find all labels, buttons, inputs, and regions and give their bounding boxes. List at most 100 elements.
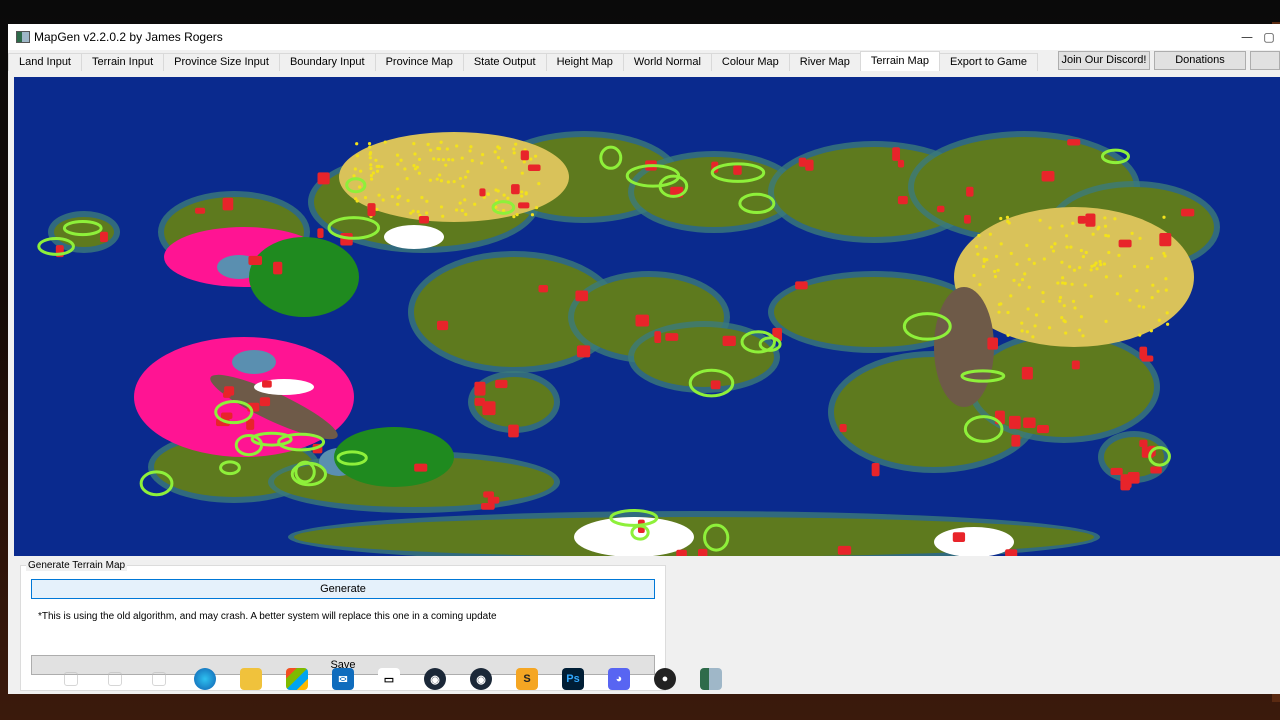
photoshop-icon[interactable]: Ps — [562, 668, 584, 690]
sand-dot — [1157, 318, 1161, 322]
sand-dot — [1033, 324, 1037, 328]
hill-patch — [698, 548, 708, 556]
minimize-button[interactable]: — — [1236, 24, 1258, 50]
steam-icon[interactable]: ◉ — [424, 668, 446, 690]
sand-dot — [1089, 268, 1093, 272]
sand-dot — [997, 310, 1001, 314]
sand-dot — [1162, 215, 1166, 219]
join-discord-button[interactable]: Join Our Discord! — [1058, 51, 1150, 70]
sand-dot — [1050, 245, 1054, 249]
sand-dot — [1089, 294, 1093, 298]
hill-patch — [837, 545, 852, 555]
generate-button[interactable]: Generate — [31, 579, 655, 599]
sand-dot — [358, 185, 362, 189]
tab-province-size-input[interactable]: Province Size Input — [163, 53, 280, 71]
sand-dot — [1071, 299, 1076, 303]
tab-state-output[interactable]: State Output — [462, 53, 547, 71]
hill-patch — [273, 261, 283, 275]
sand-dot — [395, 153, 400, 157]
sand-dot — [533, 154, 538, 158]
sand-dot — [1156, 289, 1160, 293]
tab-boundary-input[interactable]: Boundary Input — [278, 53, 376, 71]
tab-colour-map[interactable]: Colour Map — [710, 53, 790, 71]
tab-river-map[interactable]: River Map — [788, 53, 861, 71]
extra-button[interactable] — [1250, 51, 1280, 70]
forest-1 — [249, 237, 359, 317]
hill-patch — [1085, 213, 1096, 227]
sand-dot — [1064, 234, 1069, 238]
tab-land-input[interactable]: Land Input — [8, 53, 82, 71]
sand-dot — [1020, 278, 1025, 282]
hill-patch — [479, 188, 486, 197]
mapgen-icon[interactable] — [700, 668, 722, 690]
hill-patch — [367, 203, 376, 217]
window-title: MapGen v2.2.0.2 by James Rogers — [34, 30, 223, 44]
hill-patch — [733, 165, 742, 175]
hill-patch — [1110, 467, 1123, 476]
sand-dot — [1060, 316, 1064, 320]
sand-dot — [1098, 259, 1102, 264]
sand-dot — [1117, 253, 1121, 257]
hill-patch — [937, 205, 945, 213]
steam-alt-icon[interactable]: ◉ — [470, 668, 492, 690]
hill-patch — [966, 186, 974, 197]
obs-icon[interactable]: ● — [654, 668, 676, 690]
donations-button[interactable]: Donations — [1154, 51, 1246, 70]
sand-dot — [1091, 232, 1095, 236]
terrain-map-view[interactable] — [14, 77, 1280, 556]
hill-patch — [576, 345, 591, 358]
hill-patch — [100, 231, 108, 243]
sand-dot — [375, 207, 379, 212]
sublime-icon[interactable]: S — [516, 668, 538, 690]
sand-dot — [473, 202, 477, 206]
tab-terrain-input[interactable]: Terrain Input — [81, 53, 165, 71]
tab-terrain-map[interactable]: Terrain Map — [859, 51, 940, 71]
sand-dot — [515, 213, 519, 217]
sand-dot — [1150, 256, 1154, 260]
tab-province-map[interactable]: Province Map — [374, 53, 464, 71]
sand-dot — [993, 274, 998, 279]
hill-patch — [259, 397, 271, 407]
sand-dot — [353, 167, 357, 171]
search-ghost-icon[interactable] — [64, 672, 78, 686]
taskbar: ✉ ▭ ◉ ◉ S Ps ◕ ● — [8, 664, 1272, 694]
sand-dot — [993, 269, 997, 274]
sand-dot — [1047, 326, 1052, 330]
tab-export-to-game[interactable]: Export to Game — [938, 53, 1038, 71]
tab-height-map[interactable]: Height Map — [545, 53, 624, 71]
snow-4 — [934, 527, 1014, 556]
hill-patch — [222, 197, 234, 211]
hill-patch — [418, 216, 430, 224]
sand-dot — [367, 141, 372, 146]
sand-dot — [396, 202, 400, 206]
sand-dot — [1051, 249, 1056, 253]
media-icon[interactable]: ▭ — [378, 668, 400, 690]
sand-dot — [355, 154, 360, 158]
hill-patch — [414, 463, 428, 472]
sand-dot — [369, 173, 373, 178]
widgets-ghost-icon[interactable] — [152, 672, 166, 686]
sand-dot — [425, 199, 429, 203]
sand-dot — [1031, 335, 1035, 339]
sand-dot — [1071, 221, 1075, 225]
sand-dot — [514, 142, 518, 146]
store-icon[interactable] — [286, 668, 308, 690]
sand-dot — [439, 140, 443, 144]
hill-patch — [317, 172, 330, 185]
file-explorer-icon[interactable] — [240, 668, 262, 690]
taskview-ghost-icon[interactable] — [108, 672, 122, 686]
hill-patch — [481, 502, 495, 510]
sand-dot — [396, 162, 400, 166]
discord-icon[interactable]: ◕ — [608, 668, 630, 690]
hill-patch — [317, 228, 324, 239]
tab-world-normal[interactable]: World Normal — [622, 53, 712, 71]
sand-dot — [512, 147, 516, 151]
hill-patch — [1011, 434, 1021, 447]
mail-icon[interactable]: ✉ — [332, 668, 354, 690]
sand-dot — [1056, 281, 1060, 285]
sand-dot — [460, 208, 464, 213]
edge-icon[interactable] — [194, 668, 216, 690]
maximize-button[interactable]: ▢ — [1258, 24, 1280, 50]
hill-patch — [1159, 233, 1172, 247]
hill-patch — [635, 314, 650, 327]
